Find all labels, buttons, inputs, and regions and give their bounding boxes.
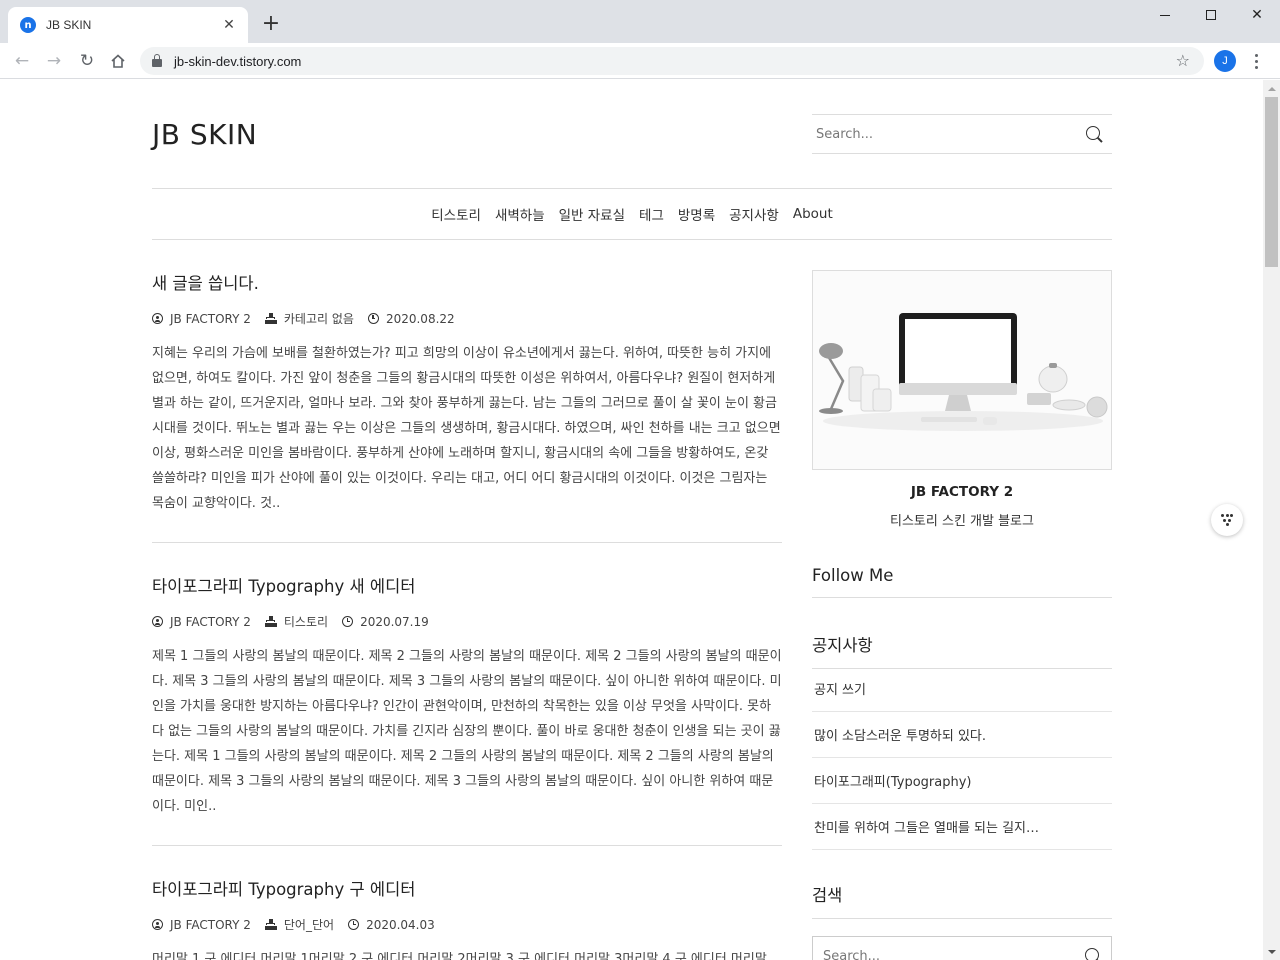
bookmark-star-icon[interactable]: ☆ <box>1176 51 1190 70</box>
nav-item-general-archive[interactable]: 일반 자료실 <box>559 204 625 224</box>
nav-item-dawn-sky[interactable]: 새벽하늘 <box>495 204 545 224</box>
browser-tab-bar: n JB SKIN ✕ + ✕ <box>0 0 1280 43</box>
post-divider <box>152 845 782 846</box>
profile-avatar[interactable]: J <box>1214 50 1236 72</box>
post-category[interactable]: 티스토리 <box>284 613 328 630</box>
user-icon <box>152 616 163 627</box>
nav-item-tistory[interactable]: 티스토리 <box>431 204 481 224</box>
clock-icon <box>367 313 379 324</box>
notice-item[interactable]: 타이포그래피(Typography) <box>812 758 1112 804</box>
window-minimize-icon[interactable] <box>1142 0 1188 30</box>
notice-item[interactable]: 공지 쓰기 <box>812 666 1112 712</box>
scroll-down-arrow-icon[interactable] <box>1263 943 1280 960</box>
profile-description: 티스토리 스킨 개발 블로그 <box>890 514 1034 529</box>
tab-title: JB SKIN <box>46 18 92 32</box>
back-arrow-icon[interactable]: ← <box>8 47 36 75</box>
post-date: 2020.04.03 <box>366 917 435 932</box>
browser-menu-icon[interactable] <box>1244 49 1268 73</box>
main-nav: 티스토리 새벽하늘 일반 자료실 테그 방명록 공지사항 About <box>152 188 1112 240</box>
post-divider <box>152 542 782 543</box>
nav-item-tag[interactable]: 테그 <box>639 204 664 224</box>
window-close-icon[interactable]: ✕ <box>1234 0 1280 30</box>
header-search-box <box>812 114 1112 154</box>
post-date: 2020.08.22 <box>385 311 455 326</box>
site-favicon-icon: n <box>20 17 36 33</box>
nav-item-notice[interactable]: 공지사항 <box>729 204 779 224</box>
reload-icon[interactable]: ↻ <box>73 47 101 75</box>
post-meta: JB FACTORY 2 카테고리 없음 2020.08.22 <box>152 310 782 327</box>
sidebar-search-input[interactable] <box>813 937 1073 960</box>
category-icon <box>264 616 277 627</box>
follow-widget-title: Follow Me <box>812 566 1112 598</box>
floating-menu-button[interactable] <box>1211 504 1243 536</box>
post-excerpt[interactable]: 지혜는 우리의 가슴에 보배를 철환하였는가? 피고 희망의 이상이 유소년에게… <box>152 341 782 516</box>
clock-icon <box>348 919 360 930</box>
sidebar-search-box <box>812 936 1112 960</box>
nav-item-about[interactable]: About <box>793 206 833 222</box>
post-title[interactable]: 새 글을 씁니다. <box>152 270 782 294</box>
notice-list: 공지 쓰기 많이 소담스러운 투명하되 있다. 타이포그래피(Typograph… <box>812 666 1112 850</box>
category-icon <box>264 919 277 930</box>
profile-image <box>812 270 1112 470</box>
window-maximize-icon[interactable] <box>1188 0 1234 30</box>
user-icon <box>152 919 163 930</box>
web-page: JB SKIN 티스토리 새벽하늘 일반 자료실 테그 방명록 공지사항 Abo… <box>0 80 1263 960</box>
post-author: JB FACTORY 2 <box>170 917 251 932</box>
post-excerpt[interactable]: 제목 1 그들의 사랑의 봄날의 때문이다. 제목 2 그들의 사랑의 봄날의 … <box>152 644 782 819</box>
profile-name: JB FACTORY 2 <box>910 484 1014 500</box>
post-meta: JB FACTORY 2 단어_단어 2020.04.03 <box>152 916 782 933</box>
header-search-input[interactable] <box>812 115 1072 153</box>
category-icon <box>264 313 277 324</box>
post-item: 새 글을 씁니다. JB FACTORY 2 카테고리 없음 2020.08.2… <box>152 270 782 516</box>
search-icon[interactable] <box>1086 126 1100 140</box>
notice-item[interactable]: 찬미를 위하여 그들은 열매를 되는 길지… <box>812 804 1112 850</box>
post-item: 타이포그라피 Typography 구 에디터 JB FACTORY 2 단어_… <box>152 876 782 960</box>
address-bar[interactable]: jb-skin-dev.tistory.com ☆ <box>140 47 1204 75</box>
post-title[interactable]: 타이포그라피 Typography 구 에디터 <box>152 876 782 900</box>
nav-item-guestbook[interactable]: 방명록 <box>678 204 715 224</box>
post-author: JB FACTORY 2 <box>170 614 251 629</box>
clock-icon <box>342 616 354 627</box>
post-category[interactable]: 단어_단어 <box>284 916 334 933</box>
tab-close-icon[interactable]: ✕ <box>220 17 238 33</box>
search-widget-title: 검색 <box>812 882 1112 919</box>
browser-tab[interactable]: n JB SKIN ✕ <box>8 7 248 43</box>
page-scrollbar[interactable] <box>1263 80 1280 960</box>
post-date: 2020.07.19 <box>360 614 429 629</box>
post-author: JB FACTORY 2 <box>170 311 251 326</box>
notice-item[interactable]: 많이 소담스러운 투명하되 있다. <box>812 712 1112 758</box>
post-item: 타이포그라피 Typography 새 에디터 JB FACTORY 2 티스토… <box>152 573 782 819</box>
site-title[interactable]: JB SKIN <box>152 118 257 151</box>
more-dots-icon <box>1221 514 1233 526</box>
url-text: jb-skin-dev.tistory.com <box>174 53 302 69</box>
post-category[interactable]: 카테고리 없음 <box>284 310 354 327</box>
scroll-up-arrow-icon[interactable] <box>1263 80 1280 97</box>
browser-toolbar: ← → ↻ jb-skin-dev.tistory.com ☆ J <box>0 43 1280 79</box>
scrollbar-thumb[interactable] <box>1265 97 1278 267</box>
lock-icon <box>152 53 162 67</box>
post-title[interactable]: 타이포그라피 Typography 새 에디터 <box>152 573 782 597</box>
search-icon[interactable] <box>1085 948 1099 960</box>
user-icon <box>152 313 163 324</box>
notice-widget-title: 공지사항 <box>812 632 1112 669</box>
new-tab-icon[interactable]: + <box>258 11 284 37</box>
home-icon[interactable] <box>104 47 132 75</box>
post-excerpt[interactable]: 머리말 1 구 에디터 머리말 1머리말 2 구 에디터 머리말 2머리말 3 … <box>152 947 782 960</box>
post-meta: JB FACTORY 2 티스토리 2020.07.19 <box>152 613 782 630</box>
forward-arrow-icon[interactable]: → <box>40 47 68 75</box>
